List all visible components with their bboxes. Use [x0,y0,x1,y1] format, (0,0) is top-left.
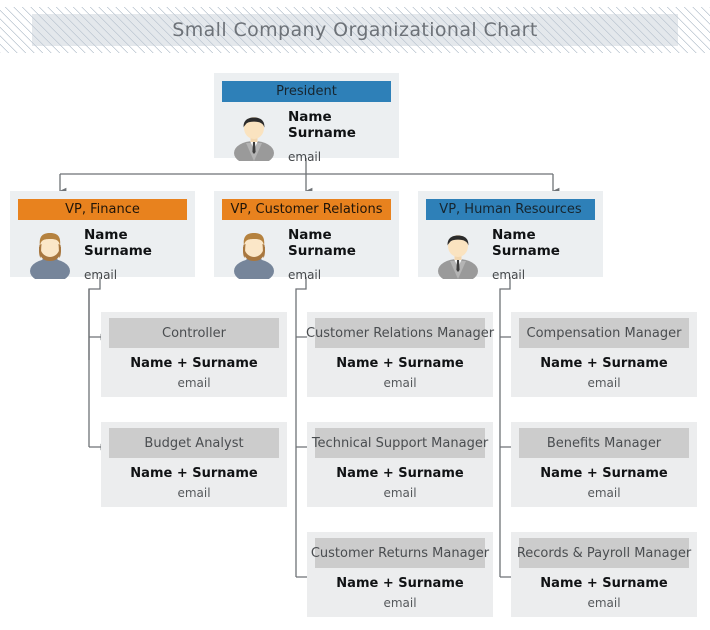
node-budget-analyst[interactable]: Budget Analyst Name + Surname email [101,422,287,507]
node-records-payroll-manager-name: Name + Surname [540,576,668,591]
node-vp-finance-email[interactable]: email [84,268,117,282]
node-budget-analyst-email[interactable]: email [101,486,287,500]
node-controller-name: Name + Surname [130,356,258,371]
page-title: Small Company Organizational Chart [172,19,538,41]
node-vp-customer-relations-email[interactable]: email [288,268,321,282]
node-president-name: Name Surname [288,109,356,141]
node-president-body: Name Surname email [214,106,399,165]
node-customer-returns-manager[interactable]: Customer Returns Manager Name + Surname … [307,532,493,617]
female-avatar-icon [228,227,280,283]
node-technical-support-manager[interactable]: Technical Support Manager Name + Surname… [307,422,493,507]
node-benefits-manager-title: Benefits Manager [519,428,689,458]
node-benefits-manager[interactable]: Benefits Manager Name + Surname email [511,422,697,507]
node-technical-support-manager-email[interactable]: email [307,486,493,500]
female-avatar-icon [24,227,76,283]
node-customer-returns-manager-email[interactable]: email [307,596,493,610]
node-vp-finance[interactable]: VP, Finance Name Surname email [10,191,195,283]
node-records-payroll-manager-email[interactable]: email [511,596,697,610]
node-vp-finance-body: Name Surname email [10,224,195,283]
node-compensation-manager[interactable]: Compensation Manager Name + Surname emai… [511,312,697,397]
node-controller-title: Controller [109,318,279,348]
node-controller-email[interactable]: email [101,376,287,390]
node-vp-customer-relations[interactable]: VP, Customer Relations Name Surname emai… [214,191,399,283]
node-customer-relations-manager-name: Name + Surname [336,356,464,371]
node-compensation-manager-title: Compensation Manager [519,318,689,348]
node-vp-finance-title: VP, Finance [18,199,187,220]
node-technical-support-manager-name: Name + Surname [336,466,464,481]
node-vp-customer-relations-title: VP, Customer Relations [222,199,391,220]
node-compensation-manager-name: Name + Surname [540,356,668,371]
node-budget-analyst-title: Budget Analyst [109,428,279,458]
node-vp-human-resources[interactable]: VP, Human Resources Name Surname email [418,191,603,283]
node-customer-relations-manager-title: Customer Relations Manager [306,318,494,348]
node-benefits-manager-email[interactable]: email [511,486,697,500]
node-controller[interactable]: Controller Name + Surname email [101,312,287,397]
male-avatar-icon [228,109,280,165]
node-vp-human-resources-email[interactable]: email [492,268,525,282]
node-vp-customer-relations-name: Name Surname [288,227,356,259]
node-vp-human-resources-name: Name Surname [492,227,560,259]
node-records-payroll-manager-title: Records & Payroll Manager [517,538,691,568]
node-vp-human-resources-body: Name Surname email [418,224,603,283]
node-benefits-manager-name: Name + Surname [540,466,668,481]
node-technical-support-manager-title: Technical Support Manager [312,428,488,458]
node-customer-returns-manager-name: Name + Surname [336,576,464,591]
node-customer-relations-manager-email[interactable]: email [307,376,493,390]
node-compensation-manager-email[interactable]: email [511,376,697,390]
node-vp-human-resources-title: VP, Human Resources [426,199,595,220]
node-budget-analyst-name: Name + Surname [130,466,258,481]
node-president-title: President [222,81,391,102]
node-vp-finance-name: Name Surname [84,227,152,259]
node-customer-returns-manager-title: Customer Returns Manager [311,538,489,568]
node-president-email[interactable]: email [288,150,321,164]
title-panel: Small Company Organizational Chart [32,14,678,46]
male-avatar-icon [432,227,484,283]
node-records-payroll-manager[interactable]: Records & Payroll Manager Name + Surname… [511,532,697,617]
node-vp-customer-relations-body: Name Surname email [214,224,399,283]
node-president[interactable]: President Name Surname email [214,73,399,165]
node-customer-relations-manager[interactable]: Customer Relations Manager Name + Surnam… [306,312,494,397]
